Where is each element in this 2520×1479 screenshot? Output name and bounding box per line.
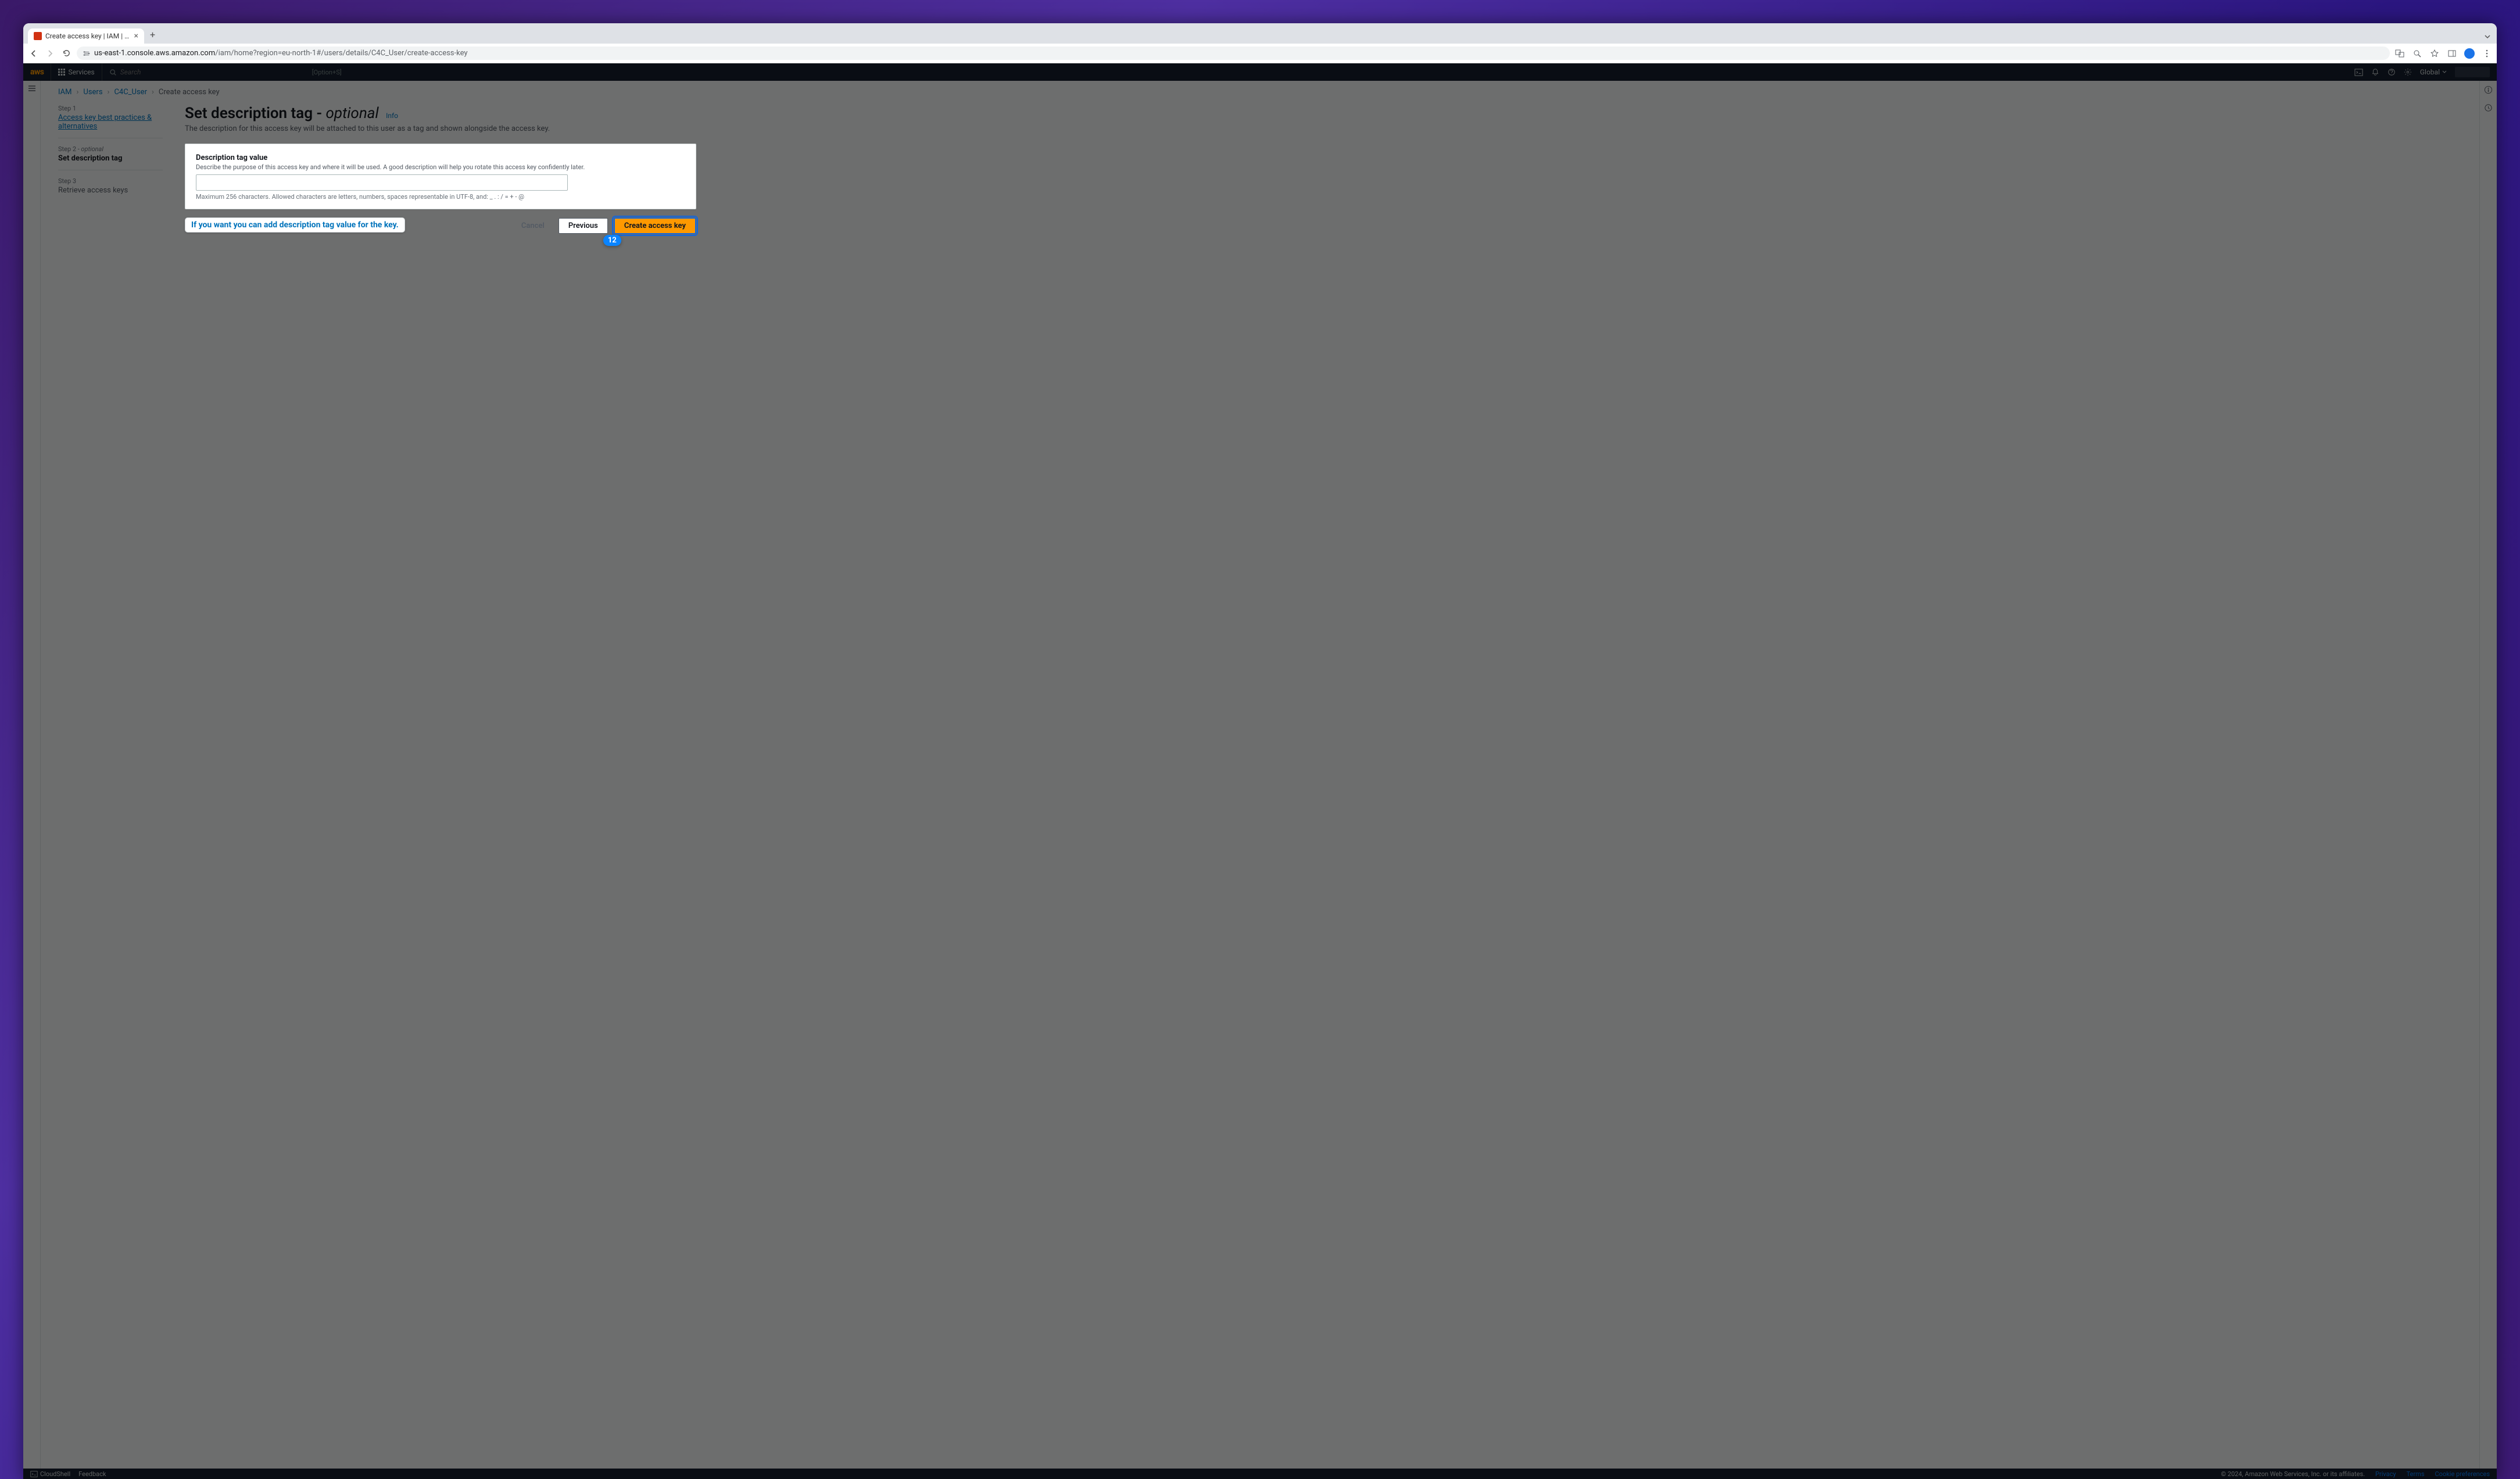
search-shortcut-hint: [Option+S]: [312, 69, 342, 76]
page-description: The description for this access key will…: [185, 124, 696, 133]
new-tab-button[interactable]: +: [144, 26, 161, 44]
settings-gear-icon[interactable]: [2404, 68, 2412, 76]
right-rail: [2479, 81, 2497, 1469]
header-search[interactable]: [Option+S]: [109, 68, 342, 76]
browser-window: Create access key | IAM | Glo × + us-eas…: [23, 23, 2497, 1479]
region-selector[interactable]: Global: [2420, 68, 2447, 76]
create-access-key-button[interactable]: Create access key: [614, 217, 696, 234]
notifications-icon[interactable]: [2371, 68, 2379, 76]
field-hint: Describe the purpose of this access key …: [196, 163, 685, 171]
step-label: Retrieve access keys: [58, 186, 163, 195]
kebab-menu-icon[interactable]: [2482, 48, 2492, 59]
tab-strip: Create access key | IAM | Glo × +: [23, 23, 2497, 44]
tab-close-icon[interactable]: ×: [134, 32, 138, 40]
help-icon[interactable]: [2387, 68, 2396, 76]
info-panel-icon[interactable]: [2484, 85, 2493, 94]
zoom-icon[interactable]: [2412, 48, 2422, 59]
wizard-steps: Step 1 Access key best practices & alter…: [58, 105, 163, 233]
footer-terms[interactable]: Terms: [2407, 1470, 2425, 1478]
url-text: us-east-1.console.aws.amazon.com/iam/hom…: [94, 49, 468, 58]
page-title: Set description tag - optional Info: [185, 105, 696, 122]
footer-copyright: © 2024, Amazon Web Services, Inc. or its…: [2221, 1470, 2365, 1478]
main-content: Set description tag - optional Info The …: [185, 105, 696, 233]
account-menu[interactable]: [2455, 67, 2490, 77]
chevron-right-icon: ›: [152, 88, 154, 97]
footer-cookies[interactable]: Cookie preferences: [2435, 1470, 2490, 1478]
region-label: Global: [2420, 68, 2440, 76]
previous-button[interactable]: Previous: [559, 218, 608, 234]
tab-favicon-icon: [34, 32, 42, 40]
chevron-down-icon: [2442, 70, 2447, 74]
profile-avatar-icon[interactable]: [2464, 48, 2475, 59]
star-icon[interactable]: [2429, 48, 2440, 59]
step-number: Step 1: [58, 105, 163, 112]
grid-icon: [58, 69, 65, 76]
field-label: Description tag value: [196, 153, 685, 162]
services-menu[interactable]: Services: [51, 63, 102, 81]
breadcrumb-current: Create access key: [159, 88, 220, 97]
cloudshell-icon: [30, 1470, 38, 1478]
back-button[interactable]: [28, 48, 40, 59]
step-label[interactable]: Access key best practices & alternatives: [58, 113, 163, 131]
step-number: Step 3: [58, 177, 163, 185]
chevron-right-icon: ›: [76, 88, 78, 97]
info-link[interactable]: Info: [386, 112, 398, 120]
tutorial-step-badge: 12: [603, 235, 621, 246]
step-number: Step 2 - optional: [58, 145, 163, 153]
aws-footer: CloudShell Feedback © 2024, Amazon Web S…: [23, 1469, 2497, 1479]
content-column: IAM › Users › C4C_User › Create access k…: [41, 81, 2479, 1469]
hamburger-icon[interactable]: [28, 84, 36, 92]
forward-button[interactable]: [44, 48, 56, 59]
sidepanel-icon[interactable]: [2447, 48, 2457, 59]
url-input[interactable]: us-east-1.console.aws.amazon.com/iam/hom…: [77, 47, 2390, 60]
field-constraint: Maximum 256 characters. Allowed characte…: [196, 193, 685, 201]
reload-button[interactable]: [60, 48, 72, 59]
aws-logo-icon[interactable]: aws: [30, 67, 44, 77]
aws-top-nav: aws Services [Option+S]: [23, 63, 2497, 81]
breadcrumb-user[interactable]: C4C_User: [114, 88, 147, 97]
step-label: Set description tag: [58, 154, 163, 163]
cloudshell-header-icon[interactable]: [2354, 68, 2363, 77]
browser-toolbar-icons: [2394, 48, 2492, 59]
search-icon: [109, 69, 117, 76]
footer-privacy[interactable]: Privacy: [2375, 1470, 2396, 1478]
tab-title: Create access key | IAM | Glo: [45, 32, 131, 40]
header-search-input[interactable]: [120, 68, 309, 76]
url-toolbar: us-east-1.console.aws.amazon.com/iam/hom…: [23, 44, 2497, 63]
tab-list-dropdown-icon[interactable]: [2478, 30, 2497, 44]
tutorial-callout: If you want you can add description tag …: [185, 217, 405, 233]
page-body: IAM › Users › C4C_User › Create access k…: [23, 81, 2497, 1469]
left-rail: [23, 81, 41, 1469]
footer-cloudshell[interactable]: CloudShell: [30, 1470, 70, 1478]
translate-icon[interactable]: [2394, 48, 2405, 59]
cancel-button[interactable]: Cancel: [513, 218, 553, 234]
description-tag-card: Description tag value Describe the purpo…: [185, 144, 696, 209]
wizard-step-1[interactable]: Step 1 Access key best practices & alter…: [58, 105, 163, 138]
breadcrumb-users[interactable]: Users: [83, 88, 102, 97]
wizard-step-3: Step 3 Retrieve access keys: [58, 177, 163, 202]
site-settings-icon[interactable]: [83, 49, 91, 58]
chevron-right-icon: ›: [108, 88, 110, 97]
wizard-step-2[interactable]: Step 2 - optional Set description tag: [58, 145, 163, 170]
history-panel-icon[interactable]: [2484, 103, 2493, 112]
breadcrumb: IAM › Users › C4C_User › Create access k…: [58, 88, 2462, 97]
description-tag-input[interactable]: [196, 174, 568, 191]
services-label: Services: [68, 68, 94, 76]
footer-feedback[interactable]: Feedback: [78, 1470, 106, 1478]
browser-tab-active[interactable]: Create access key | IAM | Glo ×: [28, 28, 144, 44]
breadcrumb-iam[interactable]: IAM: [58, 88, 71, 97]
